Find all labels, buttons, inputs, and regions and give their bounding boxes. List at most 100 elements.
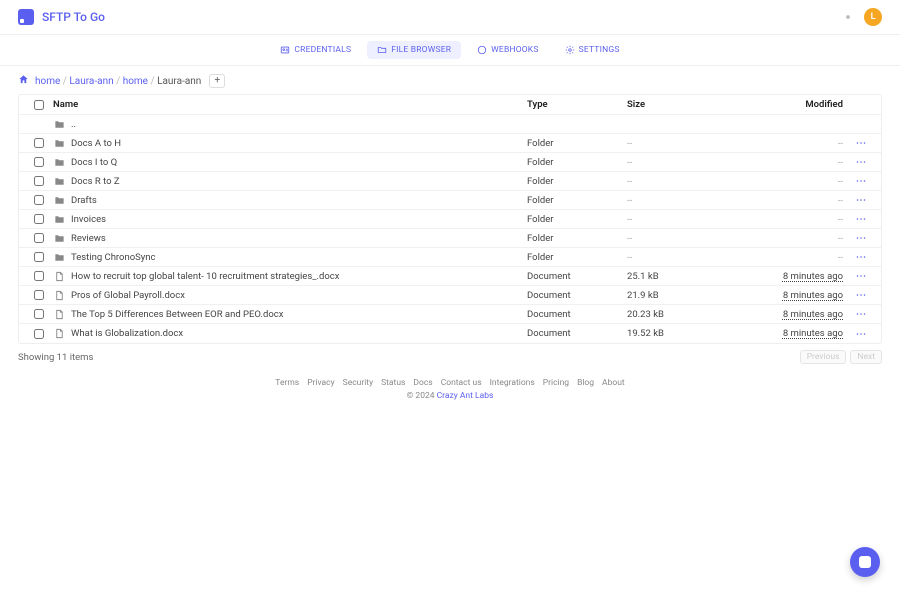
table-row[interactable]: InvoicesFolder---- <box>19 210 881 229</box>
footer-link[interactable]: Terms <box>275 378 299 388</box>
type-value: Folder <box>527 214 627 225</box>
brand-logo-icon <box>18 9 34 25</box>
table-row[interactable]: The Top 5 Differences Between EOR and PE… <box>19 305 881 324</box>
app-shell: SFTP To Go L CREDENTIALS FILE BROWSER WEBH… <box>0 0 900 411</box>
prev-button[interactable]: Previous <box>800 350 847 364</box>
footer-link[interactable]: Contact us <box>441 378 482 388</box>
footer-link[interactable]: Blog <box>577 378 594 388</box>
table-row[interactable]: Docs I to QFolder---- <box>19 153 881 172</box>
table-row[interactable]: How to recruit top global talent- 10 rec… <box>19 267 881 286</box>
tab-settings[interactable]: SETTINGS <box>555 41 630 59</box>
col-modified: Modified <box>747 99 847 110</box>
row-checkbox[interactable] <box>25 252 53 262</box>
row-actions-button[interactable] <box>847 251 875 263</box>
footer-link[interactable]: Status <box>381 378 405 388</box>
file-name: Pros of Global Payroll.docx <box>71 290 185 301</box>
breadcrumb-item[interactable]: home <box>123 76 148 87</box>
chat-icon <box>859 556 871 568</box>
row-checkbox[interactable] <box>25 233 53 243</box>
footer-link[interactable]: Docs <box>413 378 432 388</box>
tab-filebrowser[interactable]: FILE BROWSER <box>367 41 461 59</box>
type-value: Document <box>527 271 627 282</box>
home-icon[interactable] <box>18 74 29 88</box>
type-value: Folder <box>527 157 627 168</box>
size-value: 19.52 kB <box>627 328 747 339</box>
table-row[interactable]: Pros of Global Payroll.docx Document21.9 … <box>19 286 881 305</box>
type-value: Folder <box>527 233 627 244</box>
folder-icon <box>53 137 65 149</box>
row-actions-button[interactable] <box>847 137 875 149</box>
folder-icon <box>53 156 65 168</box>
footer-brand-link[interactable]: Crazy Ant Labs <box>437 391 494 401</box>
row-checkbox[interactable] <box>25 329 53 339</box>
id-card-icon <box>280 45 290 55</box>
table-row[interactable]: ReviewsFolder---- <box>19 229 881 248</box>
footer-link[interactable]: Integrations <box>490 378 535 388</box>
modified-value: -- <box>838 157 843 168</box>
row-actions-button[interactable] <box>847 213 875 225</box>
row-actions-button[interactable] <box>847 175 875 187</box>
tab-label: CREDENTIALS <box>294 45 351 55</box>
row-actions-button[interactable] <box>847 156 875 168</box>
type-value: Folder <box>527 252 627 263</box>
row-checkbox[interactable] <box>25 309 53 319</box>
chat-button[interactable] <box>850 547 880 577</box>
file-name: Docs A to H <box>71 138 121 149</box>
row-checkbox[interactable] <box>25 271 53 281</box>
row-actions-button[interactable] <box>847 194 875 206</box>
avatar[interactable]: L <box>864 8 882 26</box>
next-button[interactable]: Next <box>850 350 882 364</box>
row-checkbox[interactable] <box>25 157 53 167</box>
modified-value: -- <box>838 176 843 187</box>
add-folder-button[interactable]: + <box>209 74 225 88</box>
breadcrumb-item[interactable]: home <box>35 76 60 87</box>
row-actions-button[interactable] <box>847 270 875 282</box>
table-row[interactable]: Docs A to HFolder---- <box>19 134 881 153</box>
footer-link[interactable]: Security <box>343 378 373 388</box>
folder-icon <box>53 232 65 244</box>
footer-copyright: © 2024 Crazy Ant Labs <box>0 391 900 401</box>
file-name: Testing ChronoSync <box>71 252 155 263</box>
table-row[interactable]: DraftsFolder---- <box>19 191 881 210</box>
size-value: -- <box>627 252 747 263</box>
folder-icon <box>53 194 65 206</box>
row-checkbox[interactable] <box>25 290 53 300</box>
file-name: Invoices <box>71 214 106 225</box>
file-name: What is Globalization.docx <box>71 328 183 339</box>
table-header: Name Type Size Modified <box>19 95 881 115</box>
gear-icon <box>565 45 575 55</box>
brand[interactable]: SFTP To Go <box>18 9 105 25</box>
row-checkbox[interactable] <box>25 138 53 148</box>
row-actions-button[interactable] <box>847 308 875 320</box>
table-row[interactable]: What is Globalization.docxDocument19.52 … <box>19 324 881 343</box>
row-actions-button[interactable] <box>847 232 875 244</box>
size-value: 25.1 kB <box>627 271 747 282</box>
footer-link[interactable]: Pricing <box>543 378 569 388</box>
tab-label: FILE BROWSER <box>391 45 451 55</box>
brand-name: SFTP To Go <box>42 10 105 24</box>
file-name: How to recruit top global talent- 10 rec… <box>71 271 340 282</box>
parent-row[interactable]: .. <box>19 115 881 134</box>
notifications-icon[interactable] <box>842 11 854 23</box>
select-all[interactable] <box>25 100 53 110</box>
col-name: Name <box>53 99 527 110</box>
size-value: -- <box>627 195 747 206</box>
row-checkbox[interactable] <box>25 176 53 186</box>
row-checkbox[interactable] <box>25 214 53 224</box>
col-size: Size <box>627 99 747 110</box>
pager: Showing 11 items Previous Next <box>0 344 900 374</box>
table-row[interactable]: Testing ChronoSyncFolder---- <box>19 248 881 267</box>
footer-link[interactable]: About <box>602 378 625 388</box>
tab-webhooks[interactable]: WEBHOOKS <box>467 41 548 59</box>
size-value: 21.9 kB <box>627 290 747 301</box>
row-checkbox[interactable] <box>25 195 53 205</box>
tab-credentials[interactable]: CREDENTIALS <box>270 41 361 59</box>
size-value: -- <box>627 157 747 168</box>
breadcrumb-item[interactable]: Laura-ann <box>69 76 113 87</box>
row-actions-button[interactable] <box>847 328 875 340</box>
row-actions-button[interactable] <box>847 289 875 301</box>
type-value: Document <box>527 290 627 301</box>
modified-value: -- <box>838 252 843 263</box>
footer-link[interactable]: Privacy <box>307 378 334 388</box>
table-row[interactable]: Docs R to ZFolder---- <box>19 172 881 191</box>
